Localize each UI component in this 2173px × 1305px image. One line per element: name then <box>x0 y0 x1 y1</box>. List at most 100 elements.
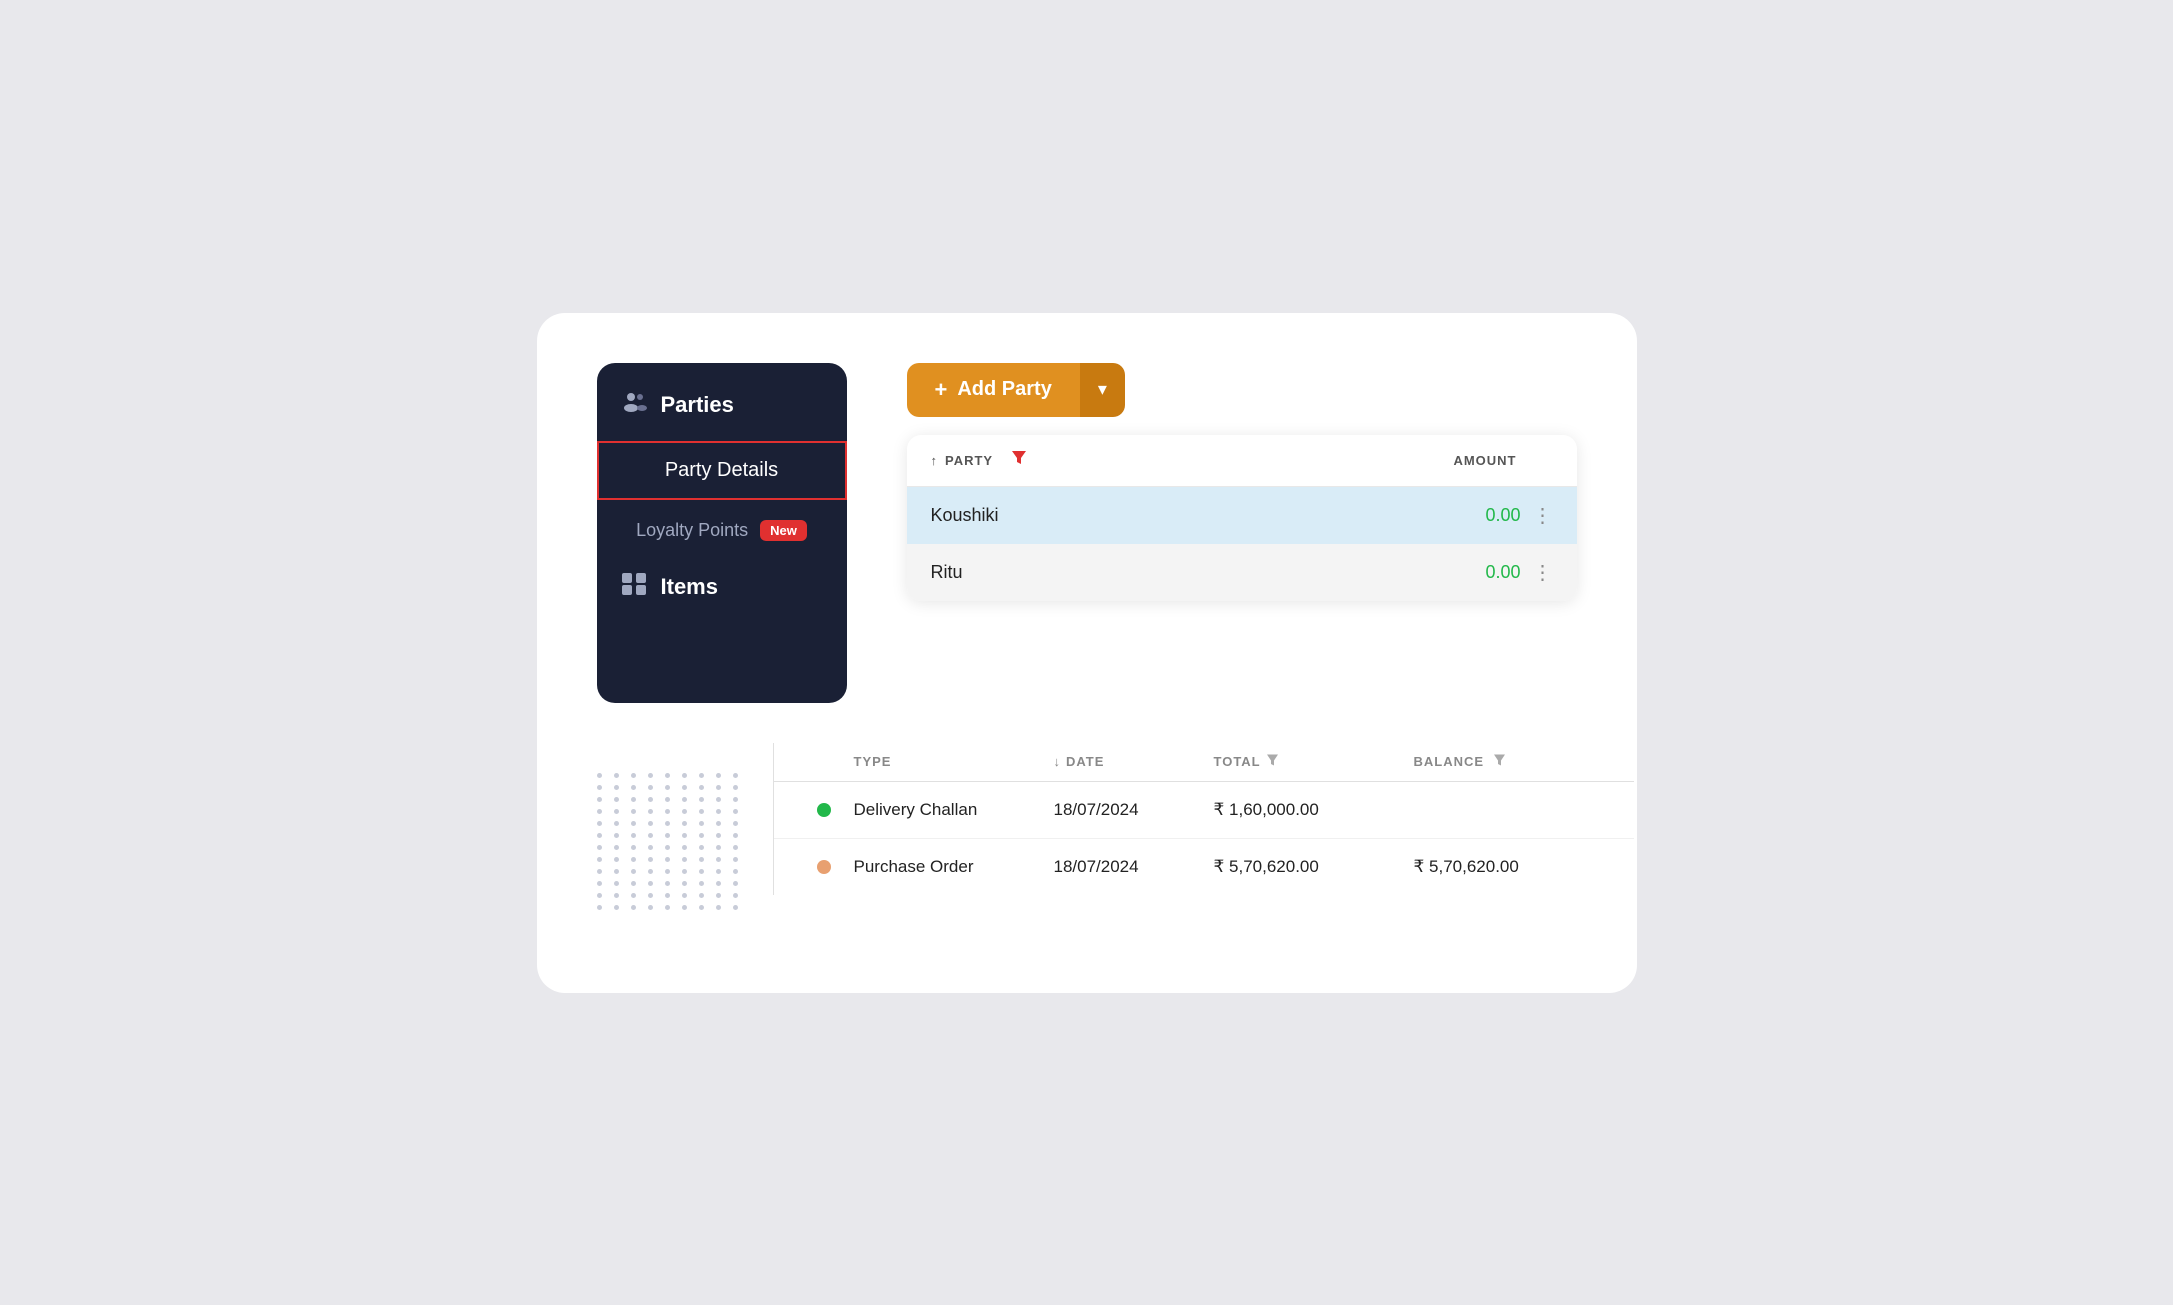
tx-total-cell: ₹ 5,70,620.00 <box>1214 857 1414 877</box>
filter-icon-balance[interactable] <box>1493 753 1506 771</box>
tx-row[interactable]: Purchase Order 18/07/2024 ₹ 5,70,620.00 … <box>774 839 1634 895</box>
party-name: Koushiki <box>931 505 1441 526</box>
tx-balance-cell: ₹ 5,70,620.00 <box>1414 857 1614 877</box>
dot <box>682 797 687 802</box>
tx-status-cell <box>794 860 854 874</box>
dot <box>597 821 602 826</box>
dot <box>699 821 704 826</box>
dot <box>665 773 670 778</box>
tx-type-cell: Purchase Order <box>854 857 1054 877</box>
dot <box>614 869 619 874</box>
dot <box>733 773 738 778</box>
dot <box>716 869 721 874</box>
dot <box>648 785 653 790</box>
dot <box>733 893 738 898</box>
tx-row[interactable]: Delivery Challan 18/07/2024 ₹ 1,60,000.0… <box>774 782 1634 839</box>
dot <box>716 905 721 910</box>
tx-col-date: ↓ DATE <box>1054 754 1214 769</box>
sidebar-parties-label: Parties <box>661 392 734 418</box>
dot <box>631 773 636 778</box>
party-table-header: ↑ PARTY AMOUNT <box>907 435 1577 487</box>
dot <box>682 905 687 910</box>
sidebar-item-items[interactable]: Items <box>597 557 847 617</box>
dot <box>716 845 721 850</box>
tx-date-cell: 18/07/2024 <box>1054 800 1214 820</box>
party-row[interactable]: Koushiki 0.00 ⋮ <box>907 487 1577 544</box>
dot <box>699 833 704 838</box>
tx-status-dot <box>817 803 831 817</box>
dot <box>682 845 687 850</box>
sort-down-icon: ↓ <box>1054 754 1062 769</box>
dot <box>614 857 619 862</box>
filter-icon-total[interactable] <box>1266 753 1279 771</box>
add-party-button[interactable]: + Add Party <box>907 363 1080 417</box>
main-card: Parties Party Details Loyalty Points New <box>537 313 1637 993</box>
party-col-amount: AMOUNT <box>1397 453 1517 468</box>
tx-date-cell: 18/07/2024 <box>1054 857 1214 877</box>
dot <box>699 809 704 814</box>
new-badge: New <box>760 520 807 541</box>
party-details-label: Party Details <box>665 459 778 481</box>
dot <box>597 785 602 790</box>
dot <box>648 869 653 874</box>
party-rows-container: Koushiki 0.00 ⋮ Ritu 0.00 ⋮ <box>907 487 1577 601</box>
tx-type-cell: Delivery Challan <box>854 800 1054 820</box>
parties-icon <box>621 391 647 419</box>
sidebar-item-parties[interactable]: Parties <box>597 373 847 437</box>
add-party-chevron-button[interactable]: ▾ <box>1080 363 1125 417</box>
dot <box>597 809 602 814</box>
dot <box>648 809 653 814</box>
party-amount: 0.00 <box>1441 505 1521 526</box>
dot <box>665 797 670 802</box>
dot <box>699 785 704 790</box>
party-menu-icon[interactable]: ⋮ <box>1533 560 1553 585</box>
add-party-button-group: + Add Party ▾ <box>907 363 1125 417</box>
dot <box>665 857 670 862</box>
dot <box>733 785 738 790</box>
dot <box>665 821 670 826</box>
tx-col-total: TOTAL <box>1214 753 1414 771</box>
dot <box>699 905 704 910</box>
dot <box>682 821 687 826</box>
dot <box>614 821 619 826</box>
party-menu-icon[interactable]: ⋮ <box>1533 503 1553 528</box>
plus-icon: + <box>935 377 948 403</box>
dot <box>631 833 636 838</box>
dot <box>682 785 687 790</box>
dot <box>648 821 653 826</box>
dot <box>631 845 636 850</box>
party-col-party-label: PARTY <box>945 453 993 468</box>
dot <box>682 809 687 814</box>
dot <box>597 833 602 838</box>
dot <box>733 797 738 802</box>
dot <box>648 797 653 802</box>
dot <box>597 773 602 778</box>
filter-icon-red[interactable] <box>1011 449 1027 472</box>
dot <box>699 857 704 862</box>
right-panel: + Add Party ▾ ↑ PARTY <box>907 363 1577 601</box>
chevron-down-icon: ▾ <box>1098 379 1107 400</box>
sidebar-item-loyalty[interactable]: Loyalty Points New <box>597 504 847 557</box>
dot <box>614 809 619 814</box>
dot <box>733 869 738 874</box>
party-col-party: ↑ PARTY <box>931 449 1397 472</box>
dot <box>716 797 721 802</box>
dot <box>631 821 636 826</box>
dot <box>699 881 704 886</box>
dot <box>733 905 738 910</box>
dot <box>733 857 738 862</box>
party-amount: 0.00 <box>1441 562 1521 583</box>
sidebar-item-party-details[interactable]: Party Details <box>597 441 847 500</box>
loyalty-label: Loyalty Points <box>636 520 748 541</box>
dot <box>733 881 738 886</box>
tx-type-label: TYPE <box>854 754 892 769</box>
party-row[interactable]: Ritu 0.00 ⋮ <box>907 544 1577 601</box>
dot <box>597 869 602 874</box>
dot <box>614 905 619 910</box>
dot <box>682 773 687 778</box>
dot <box>716 857 721 862</box>
top-section: Parties Party Details Loyalty Points New <box>597 363 1577 703</box>
dot <box>597 797 602 802</box>
sidebar-items-label: Items <box>661 574 718 600</box>
dot <box>716 893 721 898</box>
